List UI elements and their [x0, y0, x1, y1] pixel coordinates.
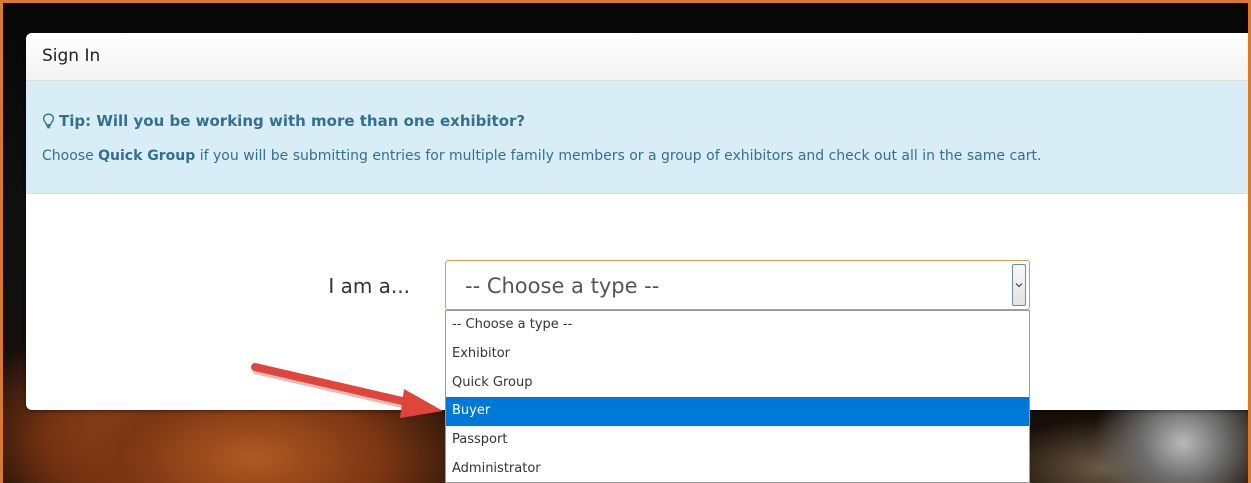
chevron-down-icon: [1015, 283, 1023, 288]
dropdown-option-passport[interactable]: Passport: [446, 426, 1029, 455]
tip-title-row: Tip: Will you be working with more than …: [42, 111, 1245, 131]
user-type-select[interactable]: -- Choose a type --: [445, 260, 1030, 310]
tip-body-highlight: Quick Group: [98, 148, 196, 164]
dropdown-option-buyer[interactable]: Buyer: [446, 397, 1029, 427]
dropdown-option-choose[interactable]: -- Choose a type --: [446, 311, 1029, 340]
tip-title: Tip: Will you be working with more than …: [59, 112, 526, 130]
screenshot-frame: Sign In Tip: Will you be working with mo…: [0, 0, 1251, 483]
select-dropdown-button[interactable]: [1012, 264, 1026, 306]
dropdown-option-administrator[interactable]: Administrator: [446, 455, 1029, 483]
tip-body-suffix: if you will be submitting entries for mu…: [195, 148, 1042, 164]
modal-header: Sign In: [26, 33, 1248, 81]
lightbulb-icon: [42, 113, 55, 129]
dropdown-option-quick-group[interactable]: Quick Group: [446, 369, 1029, 398]
user-type-dropdown: -- Choose a type -- Exhibitor Quick Grou…: [445, 310, 1030, 483]
tip-body-prefix: Choose: [42, 148, 99, 164]
dropdown-option-exhibitor[interactable]: Exhibitor: [446, 340, 1029, 369]
modal-title: Sign In: [42, 46, 101, 66]
user-type-label: I am a...: [328, 274, 410, 298]
tip-box: Tip: Will you be working with more than …: [26, 81, 1248, 194]
select-current-value: -- Choose a type --: [465, 274, 660, 298]
tip-body: Choose Quick Group if you will be submit…: [42, 147, 1245, 166]
